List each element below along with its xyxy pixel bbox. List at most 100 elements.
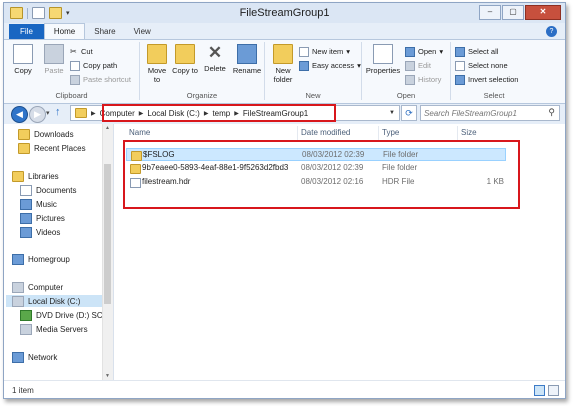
file-date: 08/03/2012 02:16: [301, 177, 364, 186]
open-group-label: Open: [396, 91, 416, 100]
nav-item-homegroup[interactable]: Homegroup: [12, 253, 70, 265]
table-row[interactable]: 9b7eaee0-5893-4eaf-88e1-9f5263d2fbd3 08/…: [126, 162, 506, 175]
copy-to-button[interactable]: Copy to: [172, 44, 198, 75]
pictures-icon: [20, 212, 32, 224]
back-arrow-icon[interactable]: ◀: [11, 106, 28, 123]
column-header-date[interactable]: Date modified: [301, 128, 350, 137]
move-to-icon: [147, 44, 167, 64]
breadcrumb-arrow-icon[interactable]: ▶: [234, 110, 239, 117]
nav-item-local-disk[interactable]: Local Disk (C:): [6, 295, 104, 307]
nav-item-music[interactable]: Music: [20, 198, 57, 210]
nav-item-downloads[interactable]: Downloads: [18, 128, 74, 140]
breadcrumb-arrow-icon[interactable]: ▶: [204, 110, 209, 117]
move-to-label: Move to: [147, 66, 167, 84]
nav-item-dvd-drive[interactable]: DVD Drive (D:) SC: [20, 309, 103, 321]
nav-item-pictures[interactable]: Pictures: [20, 212, 65, 224]
cut-button[interactable]: ✂ Cut: [70, 46, 93, 57]
address-dropdown-chevron-icon[interactable]: ▼: [389, 110, 395, 116]
properties-big-icon: [373, 44, 393, 64]
tab-view[interactable]: View: [125, 24, 160, 39]
search-icon[interactable]: ⚲: [548, 107, 555, 118]
invert-selection-button[interactable]: Invert selection: [455, 74, 518, 85]
table-row[interactable]: filestream.hdr 08/03/2012 02:16 HDR File…: [126, 176, 506, 189]
title-bar: ▾ FileStreamGroup1 – ▢ ✕: [4, 3, 565, 23]
copy-button[interactable]: Copy: [10, 44, 36, 75]
column-header-name[interactable]: Name: [129, 128, 150, 137]
select-all-button[interactable]: Select all: [455, 46, 498, 57]
select-none-button[interactable]: Select none: [455, 60, 508, 71]
navigation-pane: Downloads Recent Places Libraries Docume…: [4, 124, 114, 380]
new-item-button[interactable]: New item ▾: [299, 46, 350, 57]
tab-share[interactable]: Share: [85, 24, 124, 39]
nav-item-computer[interactable]: Computer: [12, 281, 63, 293]
large-icons-view-icon[interactable]: [548, 385, 559, 396]
open-label: Open: [418, 47, 437, 56]
open-button[interactable]: Open ▾: [405, 46, 443, 57]
details-view-icon[interactable]: [534, 385, 545, 396]
column-divider[interactable]: [457, 126, 458, 140]
table-row[interactable]: $FSLOG 08/03/2012 02:39 File folder: [126, 148, 506, 161]
refresh-icon[interactable]: ⟳: [401, 105, 417, 121]
new-item-label: New item: [312, 47, 344, 56]
paste-shortcut-button[interactable]: Paste shortcut: [70, 74, 131, 85]
organize-group-label: Organize: [186, 91, 218, 100]
properties-button[interactable]: Properties: [364, 44, 402, 75]
up-arrow-icon[interactable]: ↑: [55, 106, 61, 118]
move-to-button[interactable]: Move to: [144, 44, 170, 84]
easy-access-button[interactable]: Easy access ▾: [299, 60, 361, 71]
search-box[interactable]: ⚲: [420, 105, 560, 121]
tab-file[interactable]: File: [9, 24, 44, 39]
nav-item-label: Downloads: [34, 129, 74, 139]
scrollbar-thumb[interactable]: [104, 164, 111, 304]
nav-item-label: Recent Places: [34, 143, 86, 153]
column-header-type[interactable]: Type: [382, 128, 399, 137]
breadcrumb-filestreamgroup1[interactable]: FileStreamGroup1: [243, 109, 308, 118]
history-button[interactable]: History: [405, 74, 441, 85]
column-divider[interactable]: [297, 126, 298, 140]
tab-home[interactable]: Home: [43, 23, 86, 39]
nav-item-network[interactable]: Network: [12, 351, 57, 363]
nav-item-media-servers[interactable]: Media Servers: [20, 323, 88, 335]
breadcrumb-arrow-icon[interactable]: ▶: [139, 110, 144, 117]
column-divider[interactable]: [378, 126, 379, 140]
edit-button[interactable]: Edit: [405, 60, 431, 71]
forward-arrow-icon[interactable]: ▶: [29, 106, 46, 123]
paste-button[interactable]: Paste: [40, 44, 68, 75]
open-group: Properties Open ▾ Edit History Open: [362, 42, 451, 100]
file-name: 9b7eaee0-5893-4eaf-88e1-9f5263d2fbd3: [142, 163, 289, 172]
rename-icon: [237, 44, 257, 64]
maximize-button[interactable]: ▢: [502, 5, 524, 20]
search-input[interactable]: [424, 107, 542, 119]
breadcrumb-computer[interactable]: Computer: [100, 109, 135, 118]
new-folder-button[interactable]: New folder: [269, 44, 297, 84]
help-icon[interactable]: ?: [546, 26, 557, 37]
nav-item-recent-places[interactable]: Recent Places: [18, 142, 86, 154]
breadcrumb-temp[interactable]: temp: [212, 109, 230, 118]
nav-item-libraries[interactable]: Libraries: [12, 170, 59, 182]
breadcrumb-arrow-icon[interactable]: ▶: [91, 110, 96, 117]
close-button[interactable]: ✕: [525, 5, 561, 20]
file-type: File folder: [382, 163, 418, 172]
address-bar[interactable]: ▶ Computer ▶ Local Disk (C:) ▶ temp ▶ Fi…: [70, 105, 400, 121]
scissors-icon: ✂: [70, 46, 77, 56]
nav-item-label: Libraries: [28, 171, 59, 181]
select-group-label: Select: [483, 91, 505, 100]
nav-item-documents[interactable]: Documents: [20, 184, 76, 196]
new-group-label: New: [305, 91, 321, 100]
minimize-button[interactable]: –: [479, 5, 501, 20]
recent-locations-chevron-icon[interactable]: ▾: [46, 109, 50, 117]
organize-group: Move to Copy to ✕ Delete Rename Organize: [140, 42, 265, 100]
copy-to-label: Copy to: [172, 66, 198, 75]
nav-item-videos[interactable]: Videos: [20, 226, 60, 238]
column-header-size[interactable]: Size: [461, 128, 477, 137]
file-type: HDR File: [382, 177, 415, 186]
easy-access-icon: [299, 60, 309, 71]
delete-button[interactable]: ✕ Delete: [202, 44, 228, 74]
scroll-up-icon[interactable]: ▲: [105, 125, 110, 131]
nav-scrollbar[interactable]: ▲ ▼: [102, 124, 113, 380]
copy-path-button[interactable]: Copy path: [70, 60, 117, 71]
rename-label: Rename: [232, 66, 262, 75]
breadcrumb-local-disk[interactable]: Local Disk (C:): [147, 109, 199, 118]
scroll-down-icon[interactable]: ▼: [105, 373, 110, 379]
rename-button[interactable]: Rename: [232, 44, 262, 75]
